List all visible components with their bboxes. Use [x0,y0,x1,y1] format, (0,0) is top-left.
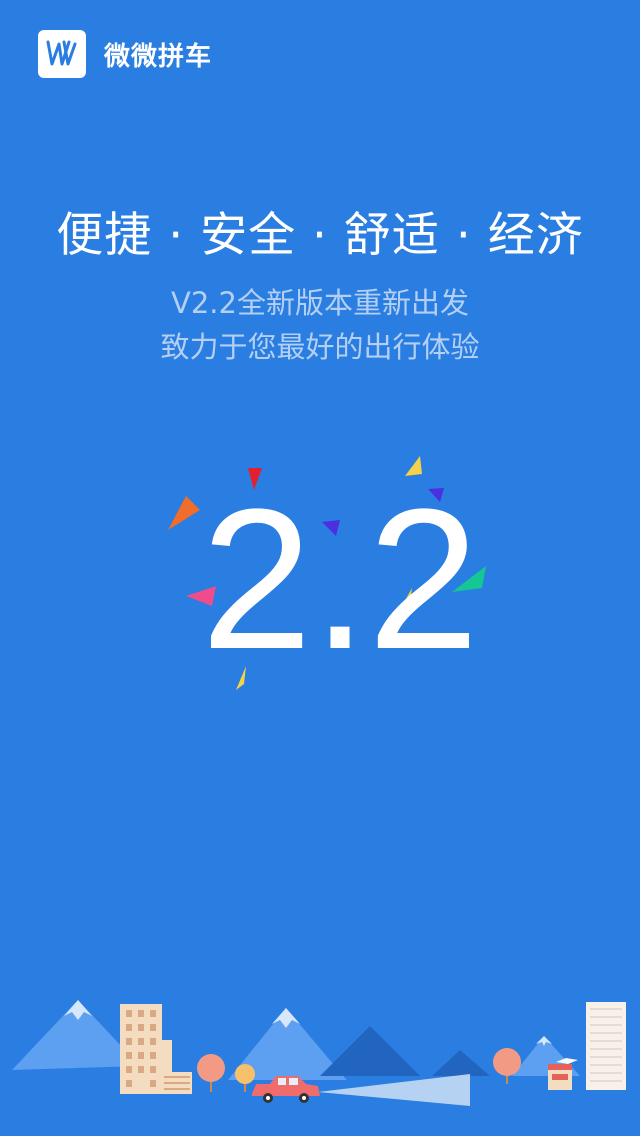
ground [0,1080,640,1136]
version-number: 2.2 [201,468,479,691]
city-scene-illustration [0,1000,640,1136]
tree-2 [235,1064,255,1084]
version-number-text: 2.2 [201,468,479,691]
tree-1 [197,1054,225,1082]
building-right [586,1002,626,1090]
mountain-dark-2 [432,1050,490,1076]
tree-3 [493,1048,521,1076]
mountain-dark-1 [320,1026,420,1076]
